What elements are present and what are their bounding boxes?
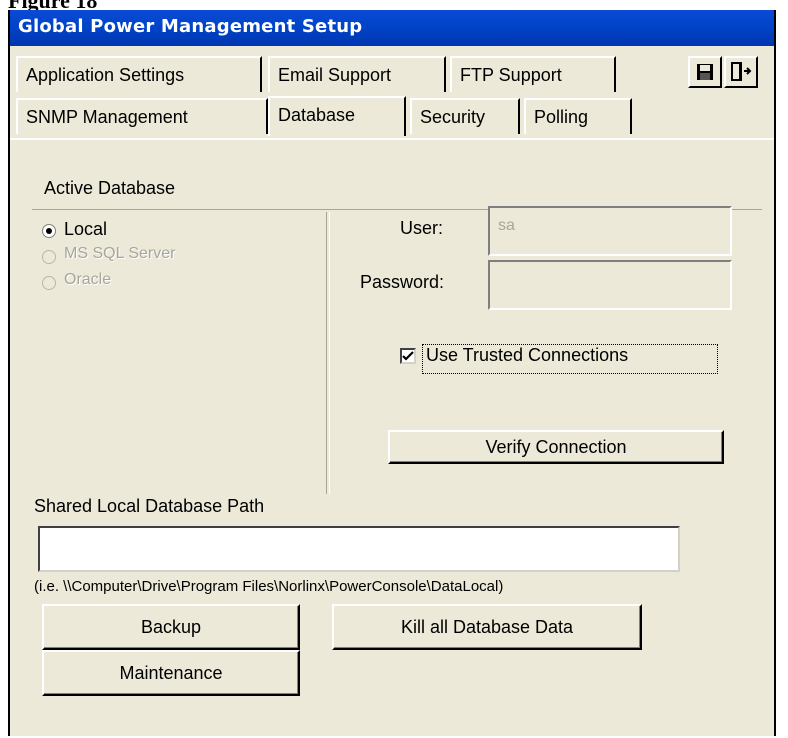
exit-door-icon: [731, 62, 752, 81]
maintenance-button[interactable]: Maintenance: [42, 650, 300, 696]
password-label: Password:: [360, 272, 445, 292]
shared-path-input[interactable]: [38, 526, 680, 572]
shared-path-label: Shared Local Database Path: [34, 496, 265, 516]
tab-database[interactable]: Database: [268, 96, 406, 136]
floppy-disk-icon: [697, 64, 713, 80]
kill-all-database-data-button[interactable]: Kill all Database Data: [332, 604, 642, 650]
tab-snmp-management[interactable]: SNMP Management: [16, 98, 268, 134]
shared-path-hint: (i.e. \\Computer\Drive\Program Files\Nor…: [34, 578, 504, 595]
radio-local[interactable]: [42, 224, 56, 238]
active-database-heading: Active Database: [44, 178, 176, 198]
tab-email-support[interactable]: Email Support: [268, 56, 446, 92]
exit-button[interactable]: [724, 56, 758, 88]
verify-connection-button[interactable]: Verify Connection: [388, 430, 724, 464]
tab-ftp-support[interactable]: FTP Support: [450, 56, 616, 92]
trusted-connections-label: Use Trusted Connections: [426, 345, 629, 365]
radio-ms-sql-server[interactable]: [42, 250, 56, 264]
trusted-connections-checkbox[interactable]: [400, 348, 416, 364]
tab-polling[interactable]: Polling: [524, 98, 632, 134]
tab-security[interactable]: Security: [410, 98, 520, 134]
window-title: Global Power Management Setup: [18, 16, 363, 37]
user-label: User:: [400, 218, 444, 238]
user-field[interactable]: sa: [488, 206, 732, 256]
radio-ms-sql-label: MS SQL Server: [64, 245, 176, 262]
group-divider: [326, 212, 330, 494]
user-field-value: sa: [498, 217, 515, 234]
tab-application-settings[interactable]: Application Settings: [16, 56, 262, 92]
checkmark-icon: [402, 351, 414, 361]
setup-window: Global Power Management Setup Applicatio…: [8, 10, 776, 736]
backup-button[interactable]: Backup: [42, 604, 300, 650]
radio-local-label: Local: [64, 219, 108, 239]
radio-oracle[interactable]: [42, 276, 56, 290]
radio-oracle-label: Oracle: [64, 271, 112, 288]
title-bar: Global Power Management Setup: [10, 10, 774, 46]
password-field[interactable]: [488, 260, 732, 310]
save-button[interactable]: [688, 56, 722, 88]
